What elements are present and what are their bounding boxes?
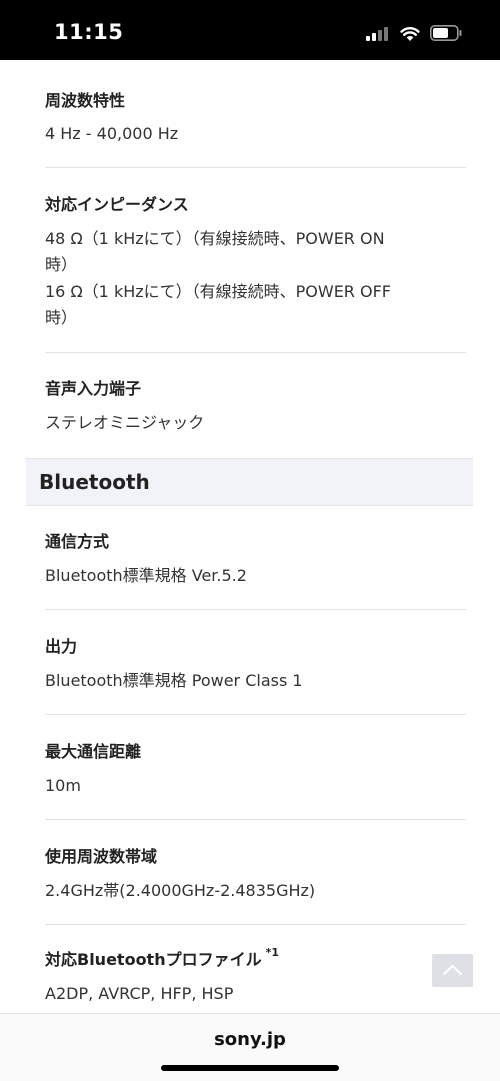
divider: [45, 352, 466, 353]
spec-label: 最大通信距離: [45, 742, 142, 761]
browser-address-bar[interactable]: sony.jp: [0, 1013, 500, 1081]
spec-label: 出力: [45, 637, 78, 656]
spec-item-output: 出力 Bluetooth標準規格 Power Class 1: [45, 633, 465, 694]
spec-value: Bluetooth標準規格 Ver.5.2: [45, 566, 247, 585]
spec-value: 時）: [45, 308, 78, 327]
spec-content[interactable]: 周波数特性 4 Hz - 40,000 Hz 対応インピーダンス 48 Ω（1 …: [0, 60, 500, 1013]
chevron-up-icon: [442, 964, 463, 976]
wifi-icon: [400, 27, 420, 41]
divider: [45, 714, 466, 715]
footnote-link[interactable]: *1: [266, 946, 279, 959]
divider: [45, 924, 466, 925]
spec-item-frequency-response: 周波数特性 4 Hz - 40,000 Hz: [45, 87, 465, 147]
spec-label: 通信方式: [45, 532, 110, 551]
cellular-signal-icon: [366, 27, 390, 41]
status-time: 11:15: [54, 20, 124, 44]
section-header-bluetooth: Bluetooth: [26, 458, 473, 506]
spec-item-impedance: 対応インピーダンス 48 Ω（1 kHzにて）（有線接続時、POWER ON 時…: [45, 191, 465, 331]
spec-label: 対応インピーダンス: [45, 195, 189, 214]
spec-label: 使用周波数帯域: [45, 847, 158, 866]
spec-item-audio-input: 音声入力端子 ステレオミニジャック: [45, 375, 465, 436]
spec-value: 16 Ω（1 kHzにて）（有線接続時、POWER OFF: [45, 282, 392, 301]
divider: [45, 167, 466, 168]
spec-label: 対応Bluetoothプロファイル *1: [45, 946, 465, 970]
scroll-to-top-button[interactable]: [432, 954, 473, 987]
spec-item-communication-system: 通信方式 Bluetooth標準規格 Ver.5.2: [45, 528, 465, 589]
spec-item-frequency-band: 使用周波数帯域 2.4GHz帯(2.4000GHz-2.4835GHz): [45, 843, 465, 904]
site-url[interactable]: sony.jp: [0, 1029, 500, 1050]
spec-value: 10m: [45, 776, 81, 795]
spec-value: 4 Hz - 40,000 Hz: [45, 124, 179, 143]
spec-value: 時）: [45, 255, 78, 274]
spec-value: Bluetooth標準規格 Power Class 1: [45, 671, 303, 690]
section-title: Bluetooth: [39, 470, 150, 494]
spec-item-max-range: 最大通信距離 10m: [45, 738, 465, 799]
spec-item-bluetooth-profiles: 対応Bluetoothプロファイル *1 A2DP, AVRCP, HFP, HS…: [45, 946, 465, 1007]
spec-label: 音声入力端子: [45, 379, 142, 398]
battery-icon: [430, 25, 462, 41]
spec-label-text: 対応Bluetoothプロファイル: [45, 950, 262, 969]
divider: [45, 819, 466, 820]
spec-value: 2.4GHz帯(2.4000GHz-2.4835GHz): [45, 881, 316, 900]
spec-value: 48 Ω（1 kHzにて）（有線接続時、POWER ON: [45, 229, 385, 248]
spec-value: A2DP, AVRCP, HFP, HSP: [45, 984, 234, 1003]
home-indicator[interactable]: [161, 1065, 339, 1071]
status-bar: 11:15: [0, 0, 500, 60]
divider: [45, 609, 466, 610]
spec-label: 周波数特性: [45, 91, 126, 110]
spec-value: ステレオミニジャック: [45, 413, 205, 432]
